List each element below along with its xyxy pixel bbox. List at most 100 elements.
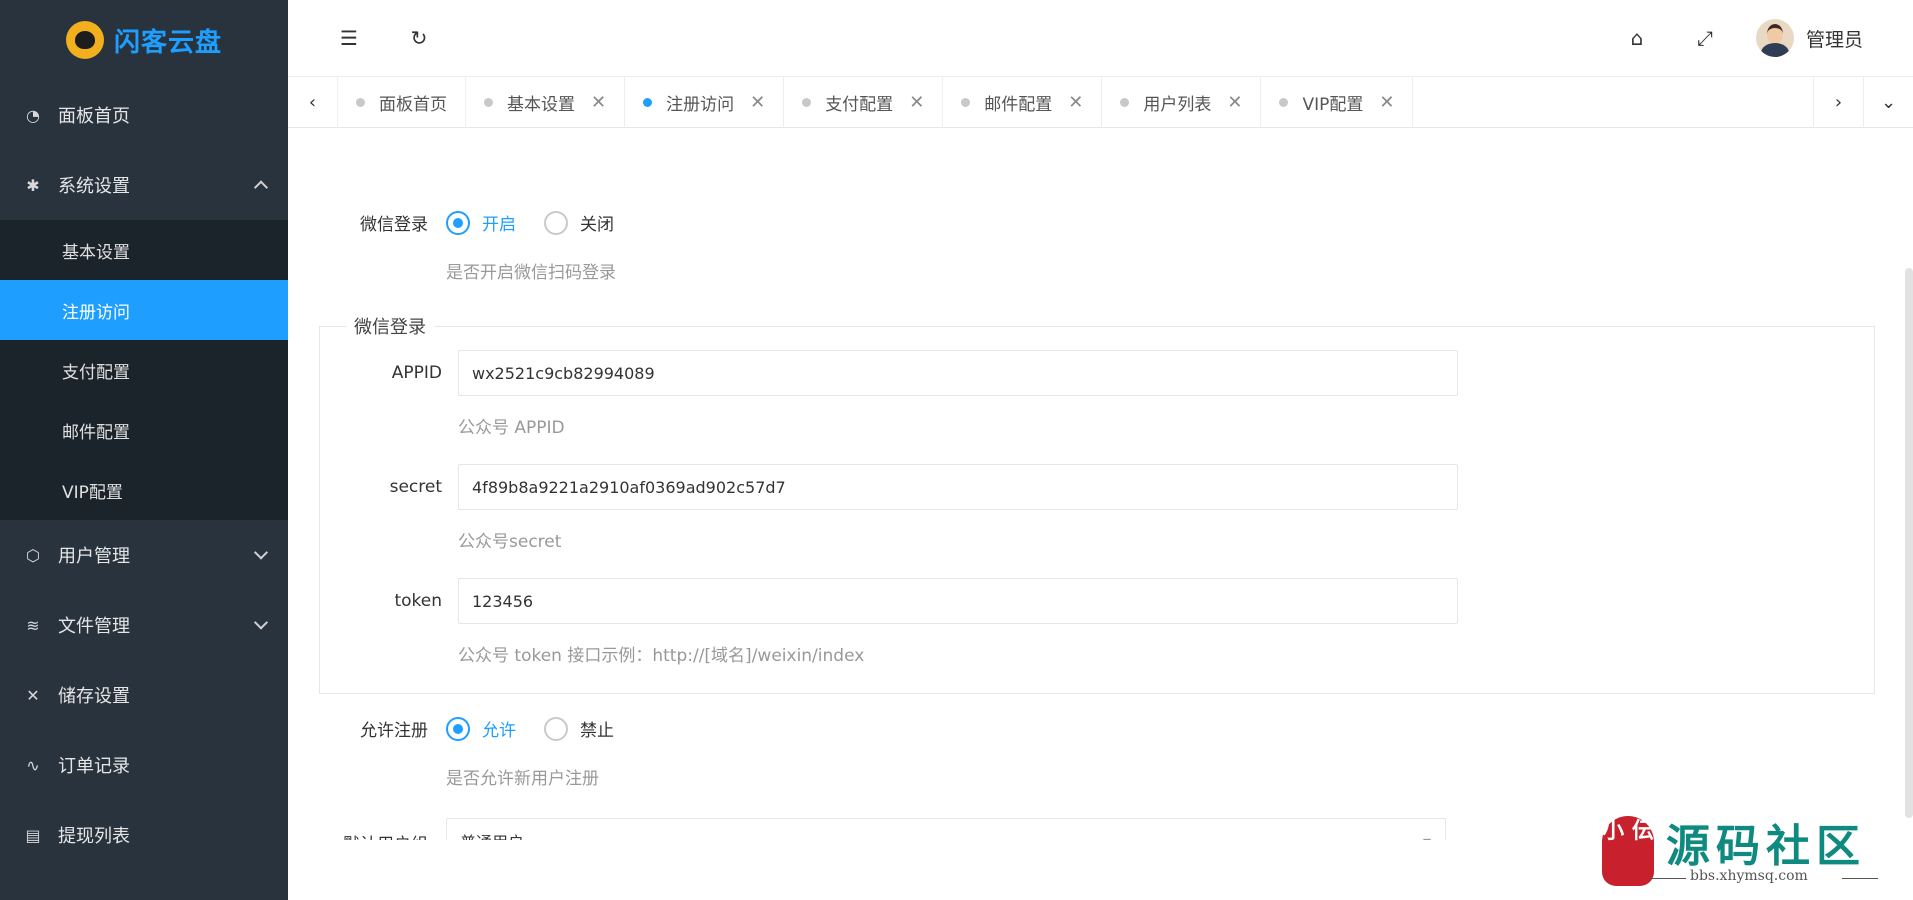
sidebar-item-system-settings[interactable]: ✱ 系统设置 — [0, 150, 288, 220]
allow-register-hint: 是否允许新用户注册 — [446, 769, 599, 789]
select-value: 普通用户 — [460, 829, 524, 840]
menu-toggle-icon[interactable]: ☰ — [332, 21, 366, 55]
token-input[interactable]: 123456 — [458, 578, 1458, 624]
gear-icon: ✱ — [26, 175, 40, 195]
tab-label: 面板首页 — [379, 95, 447, 115]
tab-dot — [1120, 98, 1130, 107]
chevron-down-icon[interactable]: ⌄ — [1863, 77, 1913, 128]
appid-hint: 公众号 APPID — [458, 418, 565, 438]
radio-label: 禁止 — [580, 721, 614, 741]
tab-mail-config[interactable]: 邮件配置 ✕ — [943, 77, 1103, 128]
tab-dashboard[interactable]: 面板首页 — [338, 77, 466, 128]
sidebar-item-label: 系统设置 — [58, 176, 130, 197]
sidebar-item-label: 面板首页 — [58, 106, 130, 127]
allow-register-options: 允许 禁止 — [446, 716, 642, 741]
wechat-fieldset: 微信登录 APPID wx2521c9cb82994089 公众号 APPID … — [319, 313, 1875, 694]
chevron-down-icon — [253, 545, 269, 560]
radio-unchecked-icon — [544, 210, 568, 235]
refresh-icon[interactable]: ↻ — [402, 21, 436, 55]
radio-label: 允许 — [482, 721, 516, 741]
sidebar-subitem-vip-config[interactable]: VIP配置 — [0, 460, 288, 520]
tab-register-access[interactable]: 注册访问 ✕ — [625, 77, 785, 128]
close-icon[interactable]: ✕ — [1227, 92, 1242, 113]
watermark-line-right — [1842, 878, 1878, 879]
home-icon[interactable]: ⌂ — [1620, 21, 1654, 55]
chevron-up-icon — [253, 180, 269, 195]
tab-dot — [802, 98, 812, 107]
wechat-login-label: 微信登录 — [360, 215, 428, 235]
fieldset-legend: 微信登录 — [346, 313, 434, 339]
sidebar-item-label: 储存设置 — [58, 686, 130, 707]
tab-label: 用户列表 — [1143, 95, 1212, 115]
tab-vip-config[interactable]: VIP配置 ✕ — [1261, 77, 1414, 128]
watermark-seal: 小 伝 — [1602, 816, 1654, 886]
sidebar-item-label: 提现列表 — [58, 826, 130, 847]
wechat-login-hint: 是否开启微信扫码登录 — [446, 263, 616, 283]
watermark-line-left — [1650, 878, 1686, 879]
layers-icon: ≋ — [26, 615, 40, 635]
sidebar-subitem-payment-config[interactable]: 支付配置 — [0, 340, 288, 400]
radio-unchecked-icon — [544, 716, 568, 741]
tab-basic-settings[interactable]: 基本设置 ✕ — [466, 77, 626, 128]
header-right-tools: ⌂ ⤢ 管理员 — [1620, 19, 1863, 57]
tab-dot — [961, 98, 971, 107]
cube-icon: ⬡ — [26, 545, 40, 565]
tab-dot — [484, 98, 493, 107]
appid-input[interactable]: wx2521c9cb82994089 — [458, 350, 1458, 396]
scrollbar[interactable] — [1905, 268, 1913, 818]
sidebar-item-dashboard[interactable]: ◔ 面板首页 — [0, 80, 288, 150]
watermark-url: bbs.xhymsq.com — [1690, 868, 1808, 884]
radio-allow[interactable]: 允许 — [446, 716, 516, 741]
logo[interactable]: 闪客云盘 — [0, 0, 288, 80]
tab-dot — [643, 98, 653, 107]
sidebar-item-file-management[interactable]: ≋ 文件管理 — [0, 590, 288, 660]
tab-label: 支付配置 — [825, 95, 894, 115]
token-label: token — [394, 591, 442, 611]
tab-payment-config[interactable]: 支付配置 ✕ — [784, 77, 944, 128]
tab-dot — [1279, 98, 1289, 107]
close-icon[interactable]: ✕ — [1068, 92, 1083, 113]
sidebar-item-label: 订单记录 — [58, 756, 130, 777]
sidebar-subitem-mail-config[interactable]: 邮件配置 — [0, 400, 288, 460]
close-icon[interactable]: ✕ — [750, 92, 765, 113]
sidebar: 闪客云盘 ◔ 面板首页 ✱ 系统设置 基本设置 注册访问 支付配置 邮件配置 V… — [0, 0, 288, 900]
secret-input[interactable]: 4f89b8a9221a2910af0369ad902c57d7 — [458, 464, 1458, 510]
default-group-label: 默认用户组 — [288, 830, 428, 840]
wechat-login-row: 微信登录 开启 关闭 — [288, 210, 642, 235]
sidebar-item-label: 文件管理 — [58, 616, 130, 637]
radio-forbid[interactable]: 禁止 — [544, 716, 614, 741]
watermark-logo: 小 伝 源码社区 bbs.xhymsq.com — [1598, 812, 1898, 892]
allow-register-label: 允许注册 — [360, 721, 428, 741]
admin-name[interactable]: 管理员 — [1806, 25, 1863, 52]
sidebar-item-order-records[interactable]: ∿ 订单记录 — [0, 730, 288, 800]
close-icon[interactable]: ✕ — [1379, 92, 1394, 113]
close-icon[interactable]: ✕ — [909, 92, 924, 113]
radio-checked-icon — [446, 716, 470, 741]
default-group-select[interactable]: 普通用户 ▾ — [446, 818, 1446, 840]
pulse-icon: ∿ — [26, 755, 40, 775]
tab-label: 基本设置 — [507, 95, 575, 115]
avatar[interactable] — [1755, 19, 1794, 57]
chevron-left-icon[interactable]: ‹ — [288, 77, 338, 128]
sidebar-item-storage-settings[interactable]: ✕ 储存设置 — [0, 660, 288, 730]
app-root: 闪客云盘 ◔ 面板首页 ✱ 系统设置 基本设置 注册访问 支付配置 邮件配置 V… — [0, 0, 1913, 900]
logo-icon — [65, 21, 104, 59]
token-hint: 公众号 token 接口示例：http://[域名]/weixin/index — [458, 646, 865, 666]
radio-wechat-off[interactable]: 关闭 — [544, 210, 614, 235]
tab-dot — [356, 98, 365, 107]
tab-label: VIP配置 — [1302, 95, 1364, 115]
chevron-right-icon[interactable]: › — [1813, 77, 1863, 128]
sidebar-item-user-management[interactable]: ⬡ 用户管理 — [0, 520, 288, 590]
sidebar-item-label: 用户管理 — [58, 546, 130, 567]
radio-wechat-on[interactable]: 开启 — [446, 210, 516, 235]
tab-bar: ‹ 面板首页 基本设置 ✕ 注册访问 ✕ 支付配置 ✕ 邮件配置 ✕ 用户列表 … — [288, 76, 1913, 128]
watermark-title: 源码社区 — [1666, 821, 1866, 872]
fullscreen-icon[interactable]: ⤢ — [1688, 21, 1722, 55]
sidebar-item-withdraw-list[interactable]: ▤ 提现列表 — [0, 800, 288, 870]
allow-register-row: 允许注册 允许 禁止 — [288, 716, 642, 741]
chevron-down-icon — [253, 615, 269, 630]
tab-user-list[interactable]: 用户列表 ✕ — [1102, 77, 1262, 128]
close-icon[interactable]: ✕ — [591, 92, 606, 113]
sidebar-subitem-basic-settings[interactable]: 基本设置 — [0, 220, 288, 280]
sidebar-subitem-register-access[interactable]: 注册访问 — [0, 280, 288, 340]
